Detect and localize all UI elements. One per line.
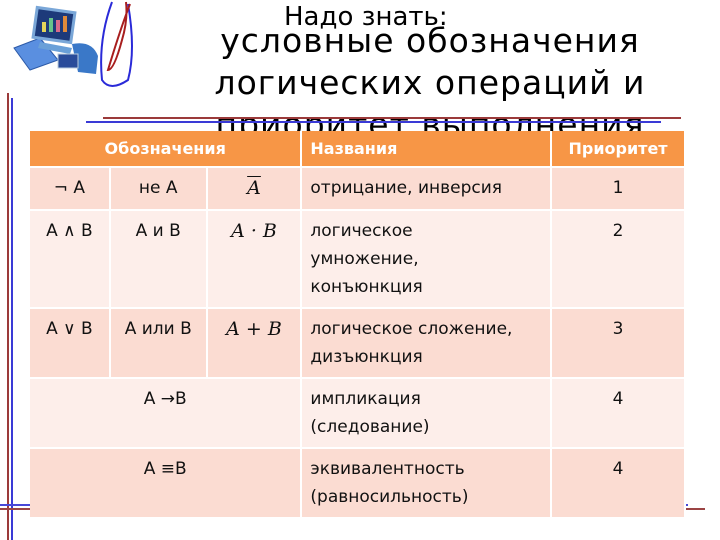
name-line: импликация <box>310 389 421 409</box>
words-cell: не А <box>109 166 208 210</box>
priority-cell: 2 <box>551 209 686 308</box>
words-cell: А или В <box>109 307 208 378</box>
name-cell: логическое сложение, дизъюнкция <box>301 307 553 378</box>
table-row: А ∧ В А и В A · B логическое умножение, … <box>30 209 686 308</box>
name-line: дизъюнкция <box>310 347 423 367</box>
words-cell: А и В <box>109 209 208 308</box>
title-line: условные обозначения <box>220 21 640 60</box>
computer-clipart-icon <box>13 1 133 87</box>
decor-vertical-blue-line <box>11 98 13 540</box>
formula: A <box>247 177 261 199</box>
name-line: эквивалентность <box>310 459 465 479</box>
table-row: А ≡В эквивалентность (равносильность) 4 <box>30 447 686 517</box>
table-row: А →В импликация (следование) 4 <box>30 377 686 448</box>
header-priority: Приоритет <box>551 131 686 167</box>
name-cell: эквивалентность (равносильность) <box>301 447 553 517</box>
decor-top-red-line-overlay <box>103 117 681 119</box>
formula-cell: A + B <box>206 307 303 378</box>
title-line: логических операций и <box>214 63 646 102</box>
formula: A · B <box>231 220 277 242</box>
page-title: условные обозначения логических операций… <box>200 20 660 146</box>
priority-cell: 4 <box>551 377 686 448</box>
table-row: ¬ A не А A отрицание, инверсия 1 <box>30 166 686 210</box>
decor-top-blue-line-overlay <box>86 121 661 123</box>
table-row: А ∨ В А или В A + B логическое сложение,… <box>30 307 686 378</box>
name-cell: логическое умножение, конъюнкция <box>301 209 553 308</box>
decor-vertical-red-line <box>7 93 9 540</box>
priority-cell: 1 <box>551 166 686 210</box>
header-names: Названия <box>301 131 553 167</box>
priority-cell: 4 <box>551 447 686 517</box>
name-cell: отрицание, инверсия <box>301 166 553 210</box>
symbol-cell: А ≡В <box>30 447 303 517</box>
name-line: логическое <box>310 221 413 241</box>
logic-operations-table: Обозначения Названия Приоритет ¬ A не А … <box>30 131 686 517</box>
name-line: логическое сложение, <box>310 319 513 339</box>
table-header-row: Обозначения Названия Приоритет <box>30 131 686 167</box>
name-line: (равносильность) <box>310 487 469 507</box>
name-cell: импликация (следование) <box>301 377 553 448</box>
symbol-cell: А →В <box>30 377 303 448</box>
header-notation: Обозначения <box>30 131 303 167</box>
name-line: умножение, <box>310 249 419 269</box>
priority-cell: 3 <box>551 307 686 378</box>
symbol-cell: А ∨ В <box>30 307 111 378</box>
symbol-cell: А ∧ В <box>30 209 111 308</box>
formula-cell: A · B <box>206 209 303 308</box>
formula: A + B <box>226 318 282 340</box>
name-line: конъюнкция <box>310 277 423 297</box>
formula-cell: A <box>206 166 303 210</box>
symbol-cell: ¬ A <box>30 166 111 210</box>
name-line: (следование) <box>310 417 430 437</box>
